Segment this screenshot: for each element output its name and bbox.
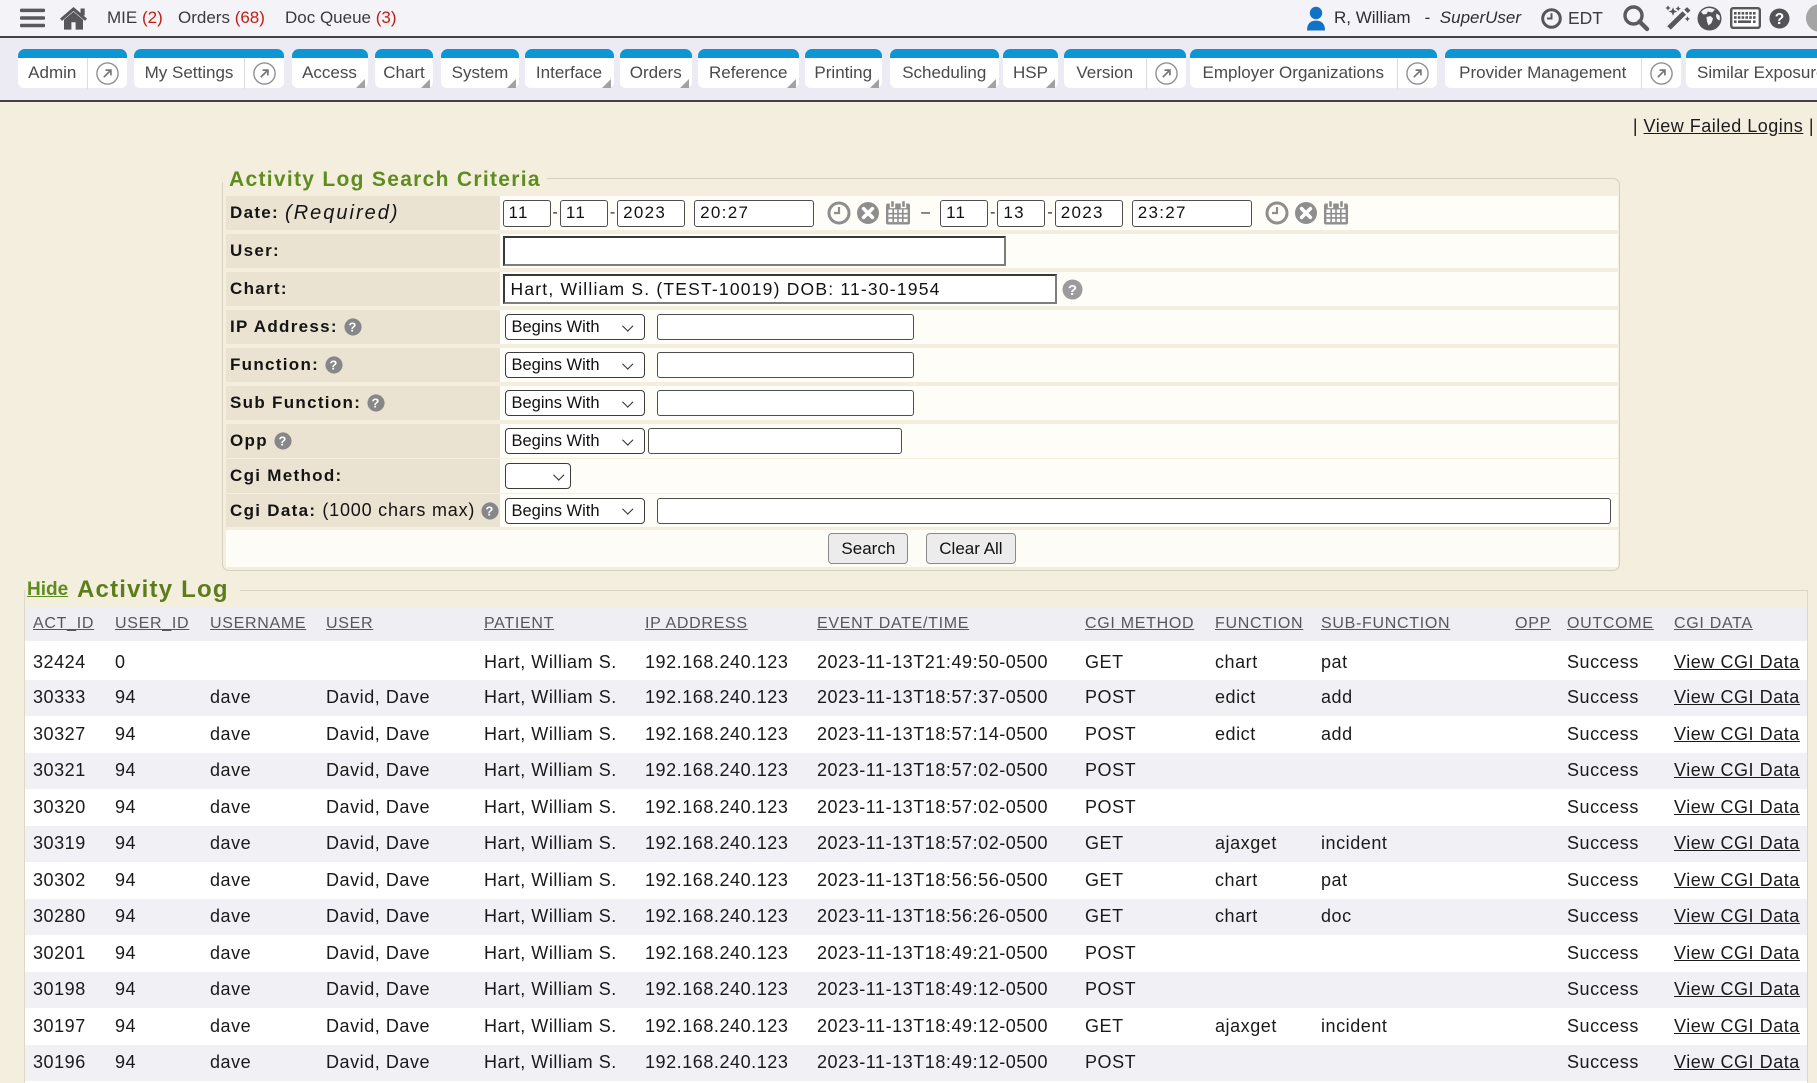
svg-text:?: ? [348,320,357,335]
svg-text:?: ? [330,358,339,373]
svg-text:?: ? [372,396,381,411]
svg-text:?: ? [486,503,495,518]
svg-text:?: ? [1067,282,1076,299]
svg-text:?: ? [278,434,287,449]
svg-text:?: ? [1775,11,1784,28]
